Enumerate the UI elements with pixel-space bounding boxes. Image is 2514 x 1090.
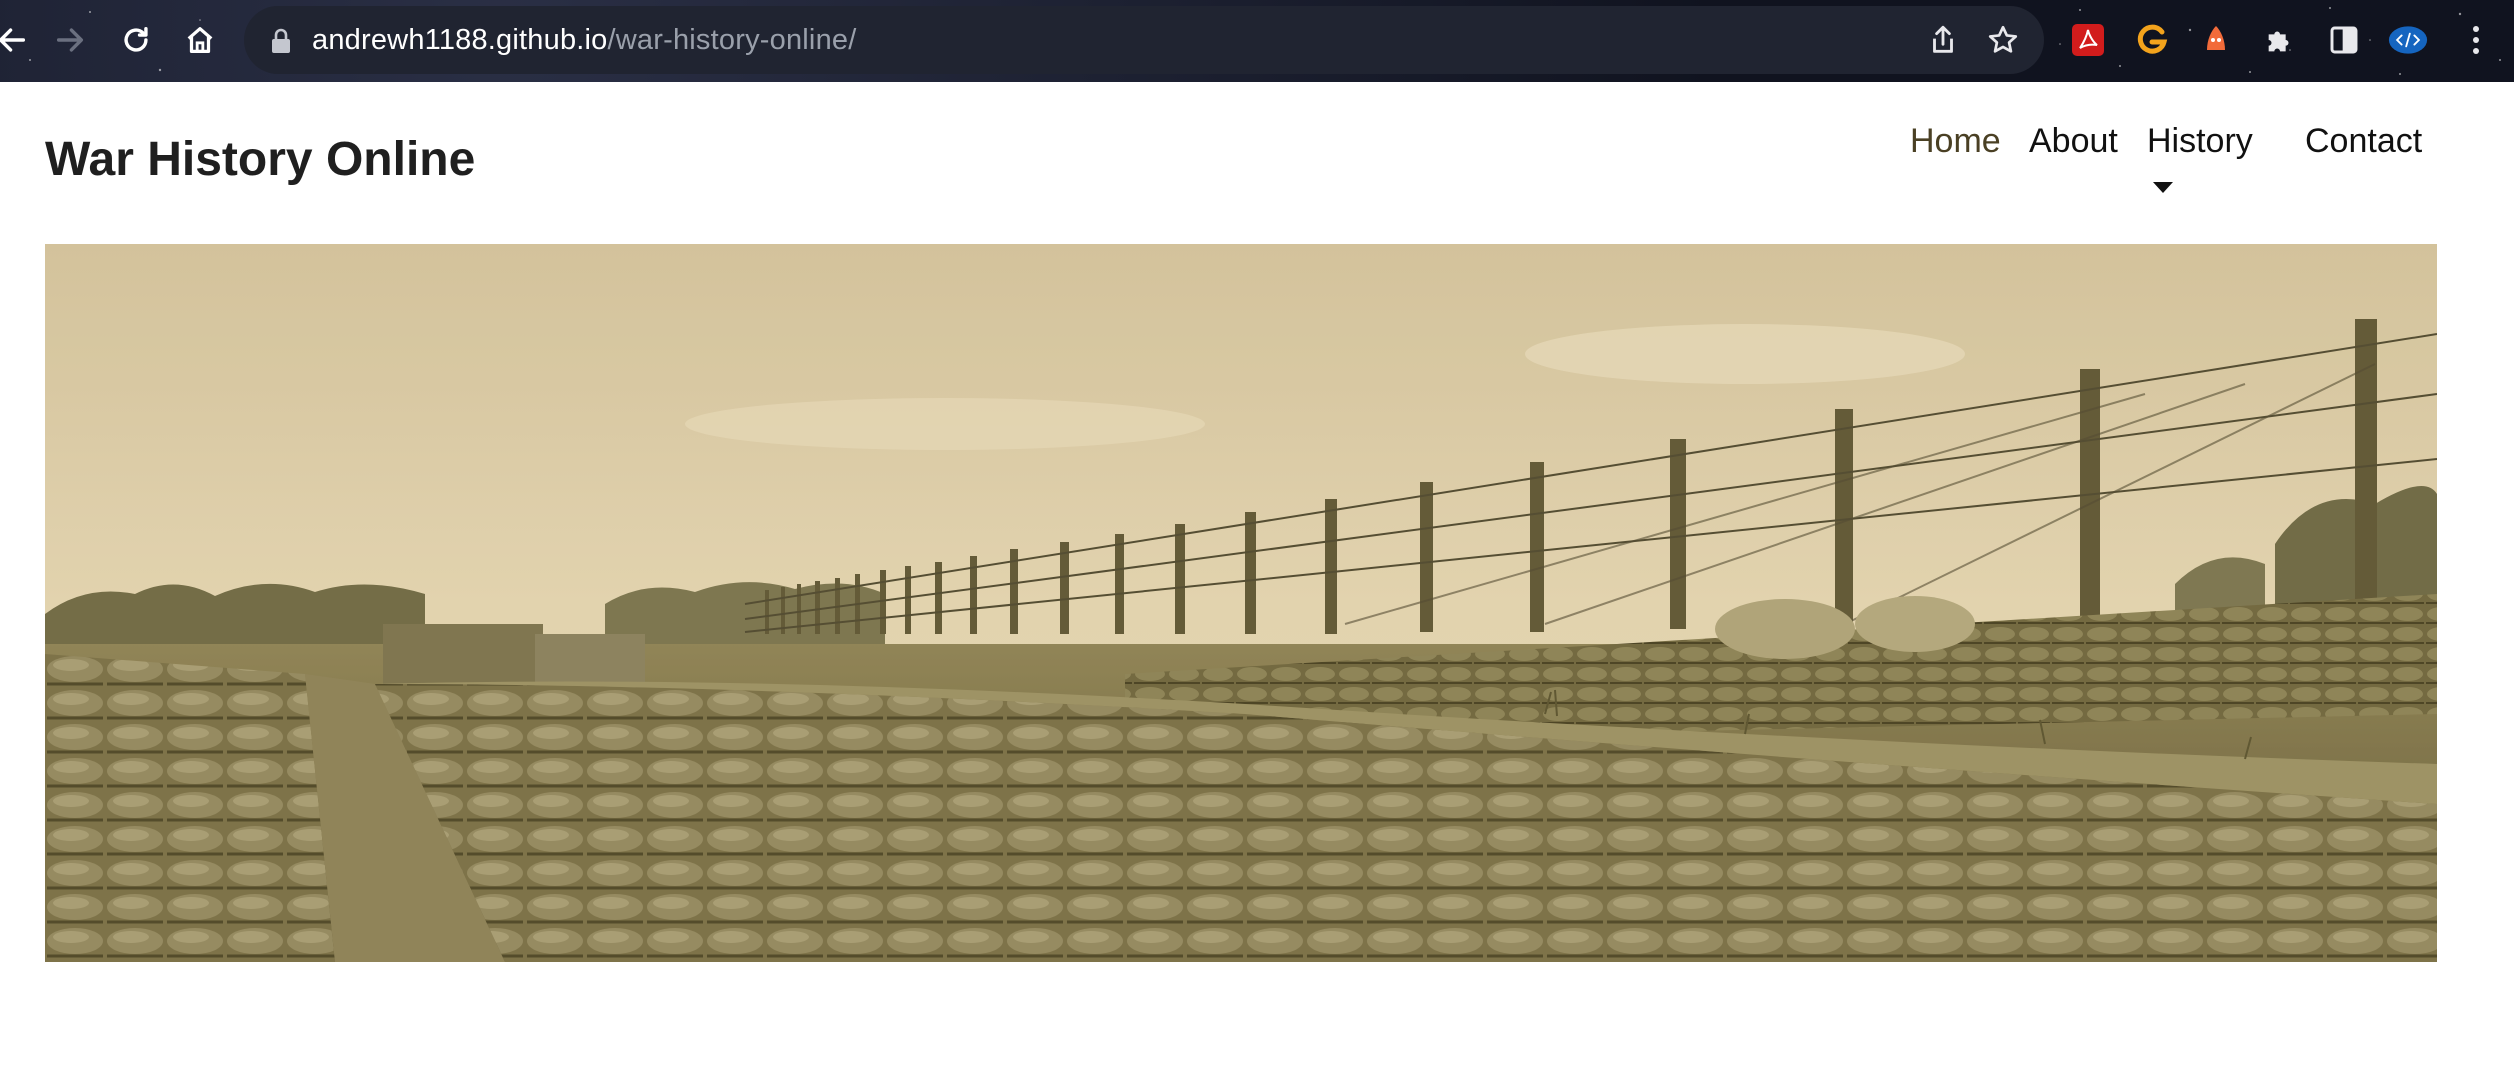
pdf-extension-button[interactable]: [2068, 20, 2108, 60]
url-text[interactable]: andrewh1188.github.io/war-history-online…: [312, 6, 857, 74]
code-extension-icon: [2388, 26, 2428, 54]
forward-button[interactable]: [48, 18, 92, 62]
grammarly-extension-button[interactable]: [2132, 20, 2172, 60]
browser-toolbar: andrewh1188.github.io/war-history-online…: [0, 0, 2514, 82]
reading-list-button[interactable]: [2324, 20, 2364, 60]
trench-photo-illustration: [45, 244, 2437, 962]
home-button[interactable]: [178, 18, 222, 62]
grammarly-extension-icon: [2137, 24, 2168, 54]
lock-icon: [272, 28, 290, 53]
star-icon[interactable]: [1986, 23, 2020, 57]
main-navigation: Home About History Contact: [0, 116, 2514, 206]
nav-contact-link[interactable]: Contact: [2305, 122, 2422, 161]
reading-list-icon: [2330, 26, 2358, 54]
back-arrow-icon: [0, 28, 26, 52]
puzzle-extensions-icon: [2268, 31, 2289, 52]
pdf-extension-icon: [2072, 24, 2104, 56]
nav-about-link[interactable]: About: [2029, 122, 2118, 161]
nav-history-link[interactable]: History: [2147, 122, 2253, 161]
back-button[interactable]: [0, 18, 34, 62]
extensions-button[interactable]: [2260, 20, 2300, 60]
code-extension-button[interactable]: [2388, 20, 2428, 60]
share-icon[interactable]: [1926, 23, 1960, 57]
ghost-extension-icon: [2207, 26, 2225, 50]
history-dropdown-caret-icon[interactable]: [2153, 182, 2173, 193]
more-menu-button[interactable]: [2456, 20, 2496, 60]
url-path: /war-history-online/: [607, 24, 857, 56]
forward-arrow-icon: [56, 28, 84, 52]
nav-home-link[interactable]: Home: [1910, 122, 2001, 161]
more-menu-icon: [2473, 26, 2479, 54]
url-host: andrewh1188.github.io: [312, 24, 608, 56]
hero-image: [45, 244, 2437, 962]
home-icon: [187, 27, 213, 53]
reload-button[interactable]: [114, 18, 158, 62]
ghost-extension-button[interactable]: [2196, 20, 2236, 60]
address-bar[interactable]: andrewh1188.github.io/war-history-online…: [244, 6, 2044, 74]
reload-icon: [124, 26, 148, 52]
